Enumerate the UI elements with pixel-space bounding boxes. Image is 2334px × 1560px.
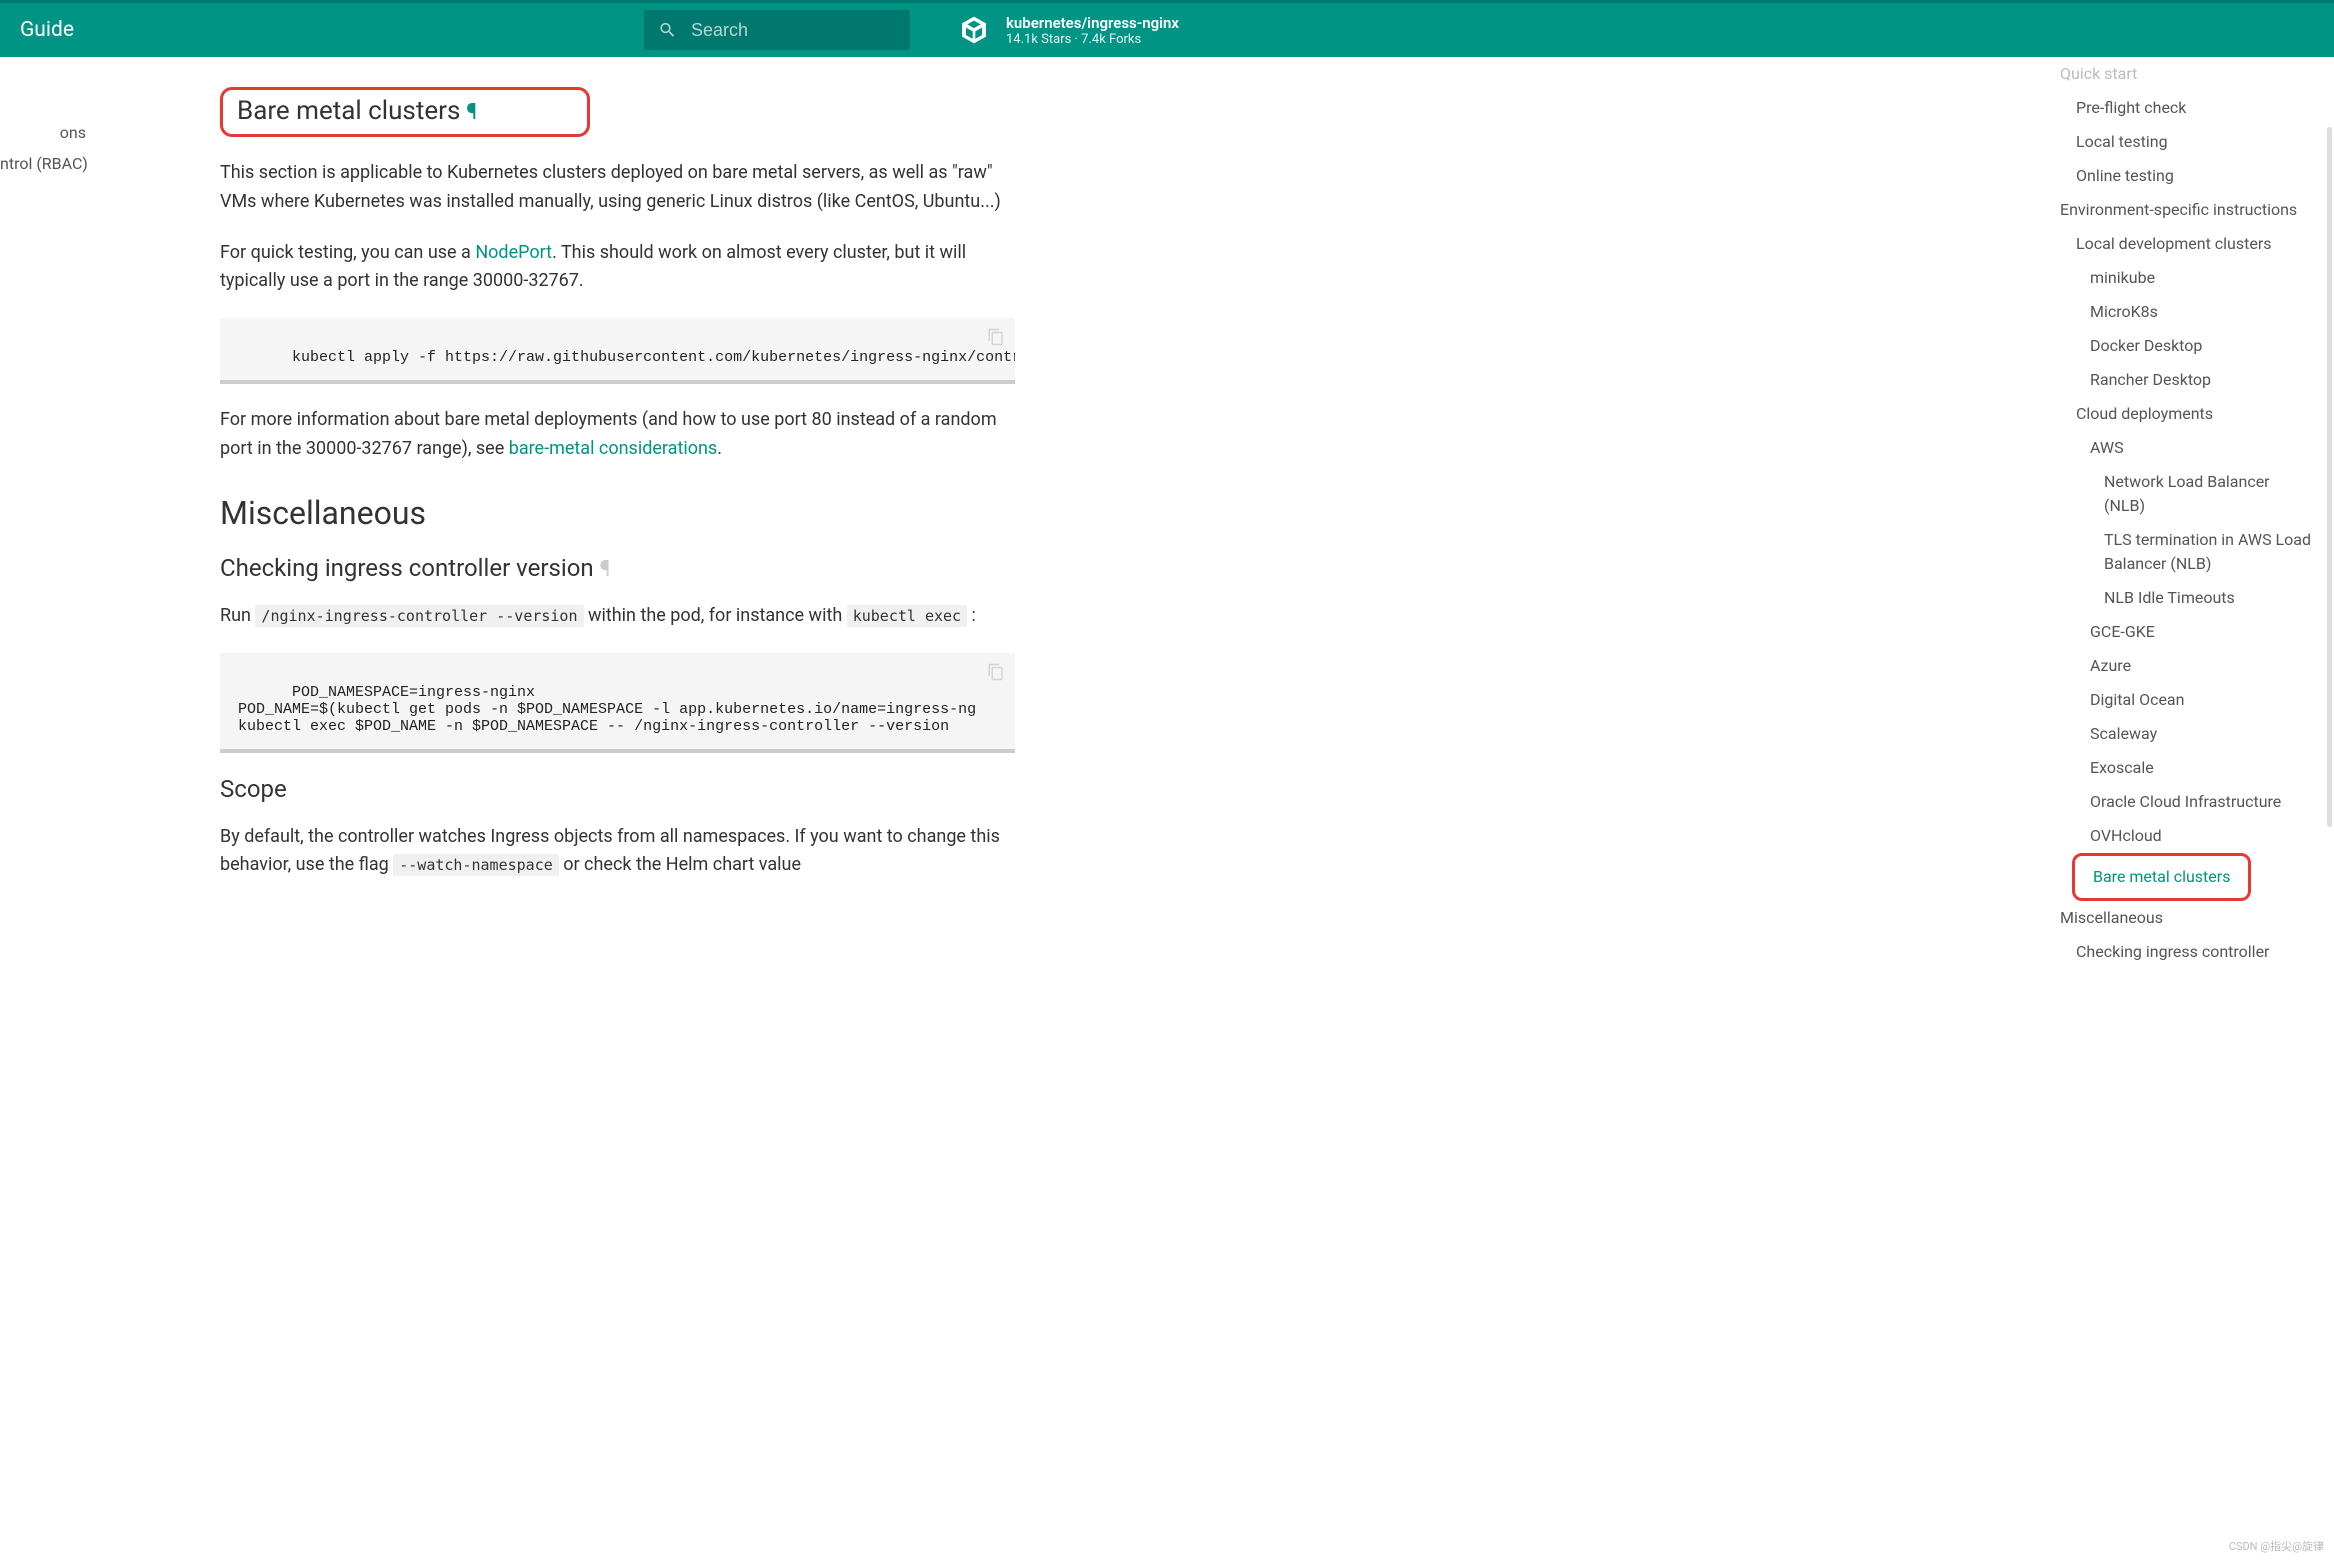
code-block-pod[interactable]: POD_NAMESPACE=ingress-nginx POD_NAME=$(k… bbox=[220, 653, 1015, 753]
heading-miscellaneous: Miscellaneous bbox=[220, 494, 1020, 532]
left-nav-item[interactable]: ons bbox=[0, 117, 100, 148]
copy-icon[interactable] bbox=[987, 328, 1005, 346]
code-watch-namespace: --watch-namespace bbox=[393, 854, 559, 876]
toc-item[interactable]: Environment-specific instructions bbox=[2054, 193, 2314, 227]
code-version-flag: /nginx-ingress-controller --version bbox=[255, 605, 583, 627]
para-run: Run /nginx-ingress-controller --version … bbox=[220, 602, 1020, 631]
toc-item[interactable]: Checking ingress controller bbox=[2054, 935, 2314, 969]
anchor-icon[interactable]: ¶ bbox=[466, 100, 477, 125]
toc-item[interactable]: OVHcloud bbox=[2054, 819, 2314, 853]
anchor-icon[interactable]: ¶ bbox=[600, 557, 611, 582]
code-kubectl-exec: kubectl exec bbox=[847, 605, 967, 627]
toc-item[interactable]: NLB Idle Timeouts bbox=[2054, 581, 2314, 615]
toc-item[interactable]: Local development clusters bbox=[2054, 227, 2314, 261]
main-content: Bare metal clusters¶ This section is app… bbox=[100, 57, 1020, 1560]
link-nodeport[interactable]: NodePort bbox=[475, 242, 552, 263]
heading-checking-version: Checking ingress controller version¶ bbox=[220, 554, 1020, 582]
toc-item[interactable]: Azure bbox=[2054, 649, 2314, 683]
repo-stats: 14.1k Stars · 7.4k Forks bbox=[1006, 32, 1179, 47]
toc-item[interactable]: TLS termination in AWS Load Balancer (NL… bbox=[2054, 523, 2314, 581]
toc-item[interactable]: Network Load Balancer (NLB) bbox=[2054, 465, 2314, 523]
toc-item[interactable]: Scaleway bbox=[2054, 717, 2314, 751]
table-of-contents: Quick start Pre-flight check Local testi… bbox=[2054, 57, 2334, 1560]
toc-active-highlight: Bare metal clusters bbox=[2072, 853, 2251, 901]
toc-item[interactable]: Rancher Desktop bbox=[2054, 363, 2314, 397]
toc-item[interactable]: Pre-flight check bbox=[2054, 91, 2314, 125]
git-icon bbox=[958, 14, 990, 46]
link-baremetal[interactable]: bare-metal considerations bbox=[509, 438, 718, 459]
search-input[interactable] bbox=[691, 20, 896, 41]
toc-item[interactable]: Online testing bbox=[2054, 159, 2314, 193]
search-box[interactable] bbox=[644, 10, 910, 50]
toc-item[interactable]: Digital Ocean bbox=[2054, 683, 2314, 717]
toc-item-active[interactable]: Bare metal clusters bbox=[2093, 860, 2230, 894]
repo-info[interactable]: kubernetes/ingress-nginx 14.1k Stars · 7… bbox=[958, 14, 1179, 47]
header: Guide kubernetes/ingress-nginx 14.1k Sta… bbox=[0, 0, 2334, 57]
copy-icon[interactable] bbox=[987, 663, 1005, 681]
toc-item[interactable]: Local testing bbox=[2054, 125, 2314, 159]
left-nav-item[interactable]: ntrol (RBAC) bbox=[0, 148, 100, 179]
para-intro: This section is applicable to Kubernetes… bbox=[220, 159, 1020, 217]
code-block-apply[interactable]: kubectl apply -f https://raw.githubuserc… bbox=[220, 318, 1015, 384]
search-icon bbox=[658, 19, 677, 41]
toc-item[interactable]: AWS bbox=[2054, 431, 2314, 465]
para-scope: By default, the controller watches Ingre… bbox=[220, 823, 1020, 881]
toc-item[interactable]: GCE-GKE bbox=[2054, 615, 2314, 649]
toc-item[interactable]: Miscellaneous bbox=[2054, 901, 2314, 935]
toc-item[interactable]: minikube bbox=[2054, 261, 2314, 295]
toc-item[interactable]: Docker Desktop bbox=[2054, 329, 2314, 363]
heading-highlight-box: Bare metal clusters¶ bbox=[220, 87, 590, 137]
toc-item[interactable]: Exoscale bbox=[2054, 751, 2314, 785]
para-quick-test: For quick testing, you can use a NodePor… bbox=[220, 239, 1020, 297]
watermark: CSDN @指尖@旋律 bbox=[2229, 1538, 2324, 1554]
header-title: Guide bbox=[20, 18, 74, 42]
left-nav: ons ntrol (RBAC) bbox=[0, 57, 100, 1560]
toc-item[interactable]: Quick start bbox=[2054, 57, 2314, 91]
para-more-info: For more information about bare metal de… bbox=[220, 406, 1020, 464]
heading-scope: Scope bbox=[220, 775, 1020, 803]
toc-item[interactable]: MicroK8s bbox=[2054, 295, 2314, 329]
heading-bare-metal: Bare metal clusters bbox=[237, 96, 460, 126]
repo-name: kubernetes/ingress-nginx bbox=[1006, 14, 1179, 32]
toc-item[interactable]: Cloud deployments bbox=[2054, 397, 2314, 431]
toc-scrollbar[interactable] bbox=[2327, 127, 2332, 827]
toc-item[interactable]: Oracle Cloud Infrastructure bbox=[2054, 785, 2314, 819]
